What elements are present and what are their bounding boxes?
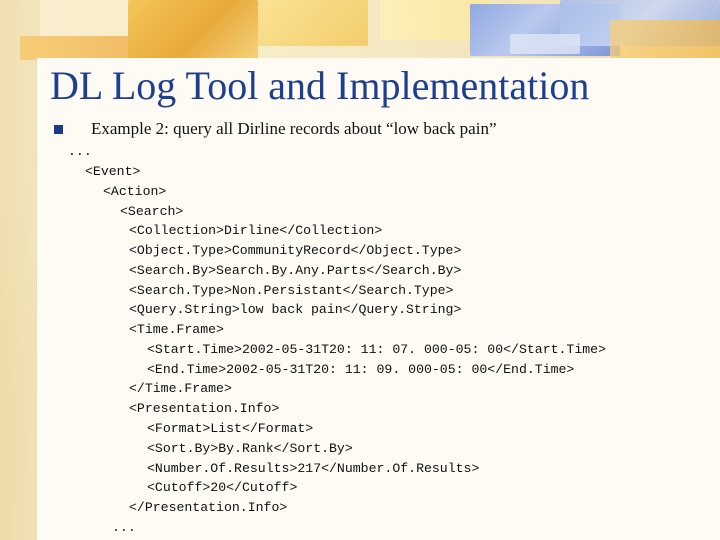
code-line: ... <box>68 144 92 159</box>
bullet-text: Example 2: query all Dirline records abo… <box>91 119 497 138</box>
square-bullet-icon <box>54 125 63 134</box>
code-line: <Format>List</Format> <box>147 421 314 436</box>
code-line: <Presentation.Info> <box>129 401 280 416</box>
code-line: <Search.By>Search.By.Any.Parts</Search.B… <box>129 263 462 278</box>
code-line: <Start.Time>2002-05-31T20: 11: 07. 000-0… <box>147 342 606 357</box>
code-line: <Collection>Dirline</Collection> <box>129 223 383 238</box>
decorative-banner <box>0 0 720 60</box>
code-line: <Action> <box>103 184 167 199</box>
code-line: </Presentation.Info> <box>129 500 288 515</box>
code-line: <End.Time>2002-05-31T20: 11: 09. 000-05:… <box>147 362 575 377</box>
code-line: <Number.Of.Results>217</Number.Of.Result… <box>147 461 480 476</box>
slide-title: DL Log Tool and Implementation <box>50 63 590 108</box>
code-line: <Query.String>low back pain</Query.Strin… <box>129 302 462 317</box>
code-line: <Sort.By>By.Rank</Sort.By> <box>147 441 353 456</box>
code-line: <Time.Frame> <box>129 322 224 337</box>
code-line: <Search.Type>Non.Persistant</Search.Type… <box>129 283 454 298</box>
code-line: ... <box>112 520 136 535</box>
code-line: </Time.Frame> <box>129 381 232 396</box>
xml-code-block: ... <Event> <Action> <Search> <Collectio… <box>0 0 606 535</box>
code-line: <Event> <box>85 164 141 179</box>
code-line: <Cutoff>20</Cutoff> <box>147 480 298 495</box>
code-line: <Search> <box>120 204 184 219</box>
code-line: <Object.Type>CommunityRecord</Object.Typ… <box>129 243 462 258</box>
